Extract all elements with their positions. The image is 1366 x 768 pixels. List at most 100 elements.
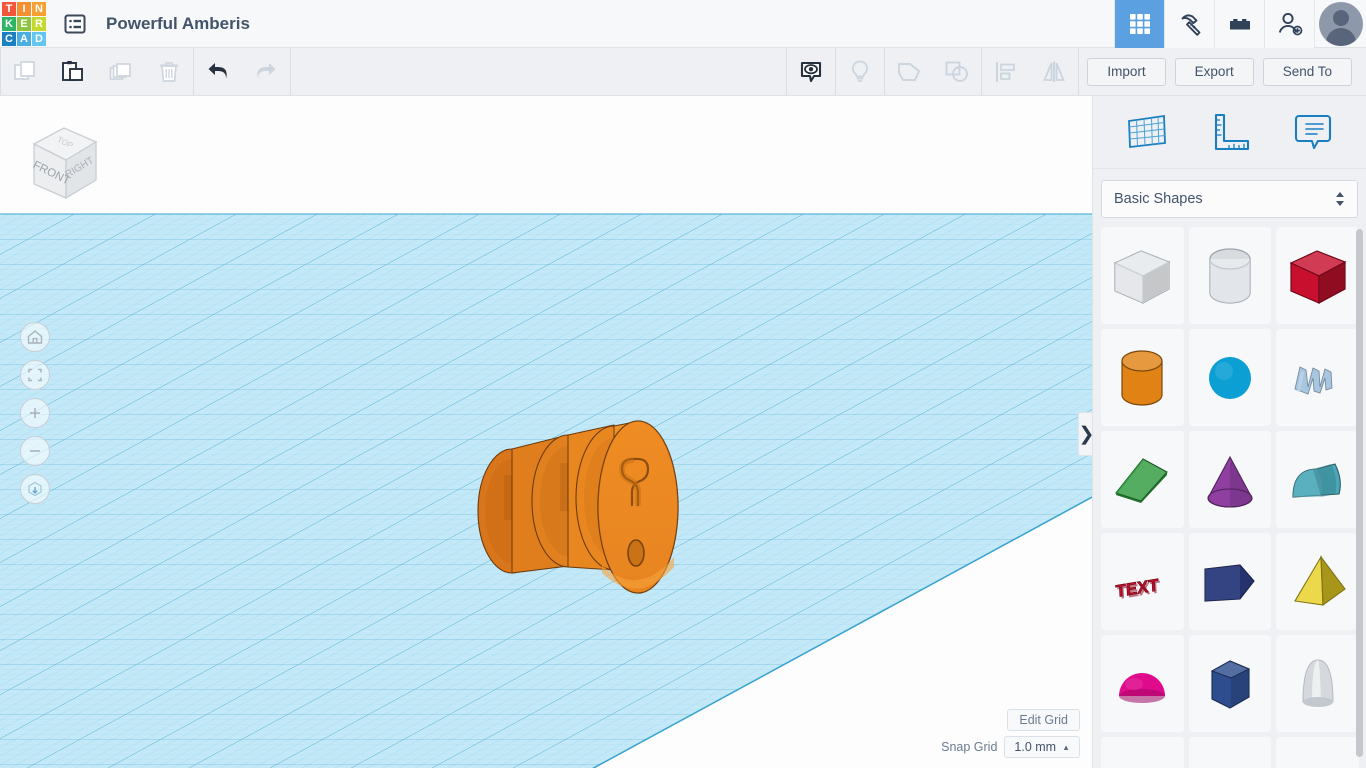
minus-icon [30,450,40,452]
ruler-tool[interactable] [1200,107,1260,157]
logo-tile-k: K [2,17,16,31]
brick-icon [1229,18,1250,29]
eye-visibility-icon [801,61,822,82]
align-button[interactable] [982,48,1030,95]
shape-cylinder-orange[interactable] [1101,329,1184,426]
home-icon [27,330,43,344]
shape-roof-green[interactable] [1101,431,1184,528]
design-canvas[interactable]: FRONT RIGHT TOP Edit Grid Snap Grid 1.0 … [0,96,1092,768]
person-add-icon [1278,12,1302,35]
logo-tile-t: T [2,2,16,16]
shape-hexprism-blue[interactable] [1188,635,1272,732]
view-cube[interactable]: FRONT RIGHT TOP [14,114,110,215]
group-shapes-icon [898,62,921,81]
shape-shape-partial-3[interactable] [1276,737,1359,768]
shape-cylinder-hole[interactable] [1188,227,1272,324]
shape-library-value: Basic Shapes [1114,191,1203,207]
tinkercad-app: TINKERCAD Powerful Amberis Import Export… [0,0,1366,768]
duplicate-icon [109,62,131,80]
undo-arrow-icon [208,62,227,79]
export-button[interactable]: Export [1174,57,1254,86]
shape-pyramid-yellow[interactable] [1276,533,1359,630]
stepper-arrows-icon [1335,191,1345,207]
workplane-grid-icon [1127,114,1166,149]
edit-grid-button[interactable]: Edit Grid [1007,709,1080,731]
shape-text-red[interactable]: TEXT TEXT [1101,533,1184,630]
shape-shape-partial-1[interactable] [1101,737,1184,768]
copy-button[interactable] [1,48,49,95]
show-hide-button[interactable] [787,48,835,95]
invite-user-button[interactable] [1264,0,1314,48]
zoom-in-button[interactable] [20,398,50,428]
toolbar-actions: Import Export Send To [1087,48,1366,95]
snap-grid-value: 1.0 mm [1014,740,1057,754]
page-title: Powerful Amberis [106,13,250,33]
canvas-scene [0,213,1092,768]
logo-tile-e: E [17,17,31,31]
blocks-button[interactable] [1214,0,1264,48]
shape-sphere-blue[interactable] [1188,329,1272,426]
fit-to-view-button[interactable] [20,360,50,390]
shape-scribble-lightblue[interactable] [1276,329,1359,426]
shapes-grid: TEXT TEXT [1093,227,1366,768]
shape-halfsphere-magenta[interactable] [1101,635,1184,732]
shape-box-red[interactable] [1276,227,1359,324]
ungroup-shapes-icon [945,61,969,82]
group-button[interactable] [885,48,933,95]
tinkercad-logo[interactable]: TIN KER CAD [2,2,46,46]
redo-button[interactable] [242,48,290,95]
plus-icon [30,408,40,418]
light-button[interactable] [836,48,884,95]
header-actions [1114,0,1366,48]
duplicate-button[interactable] [97,48,145,95]
notes-tool[interactable] [1283,107,1343,157]
shape-halfcylinder-teal[interactable] [1276,431,1359,528]
logo-tile-d: D [32,32,46,46]
learn-hammer-button[interactable] [1164,0,1214,48]
shapes-panel: Basic Shapes TEXT TEXT [1092,96,1366,768]
shape-shape-partial-2[interactable] [1188,737,1272,768]
perspective-toggle-button[interactable] [20,474,50,504]
shapes-scrollbar[interactable] [1356,229,1363,757]
shape-polygon-navy[interactable] [1188,533,1272,630]
logo-tile-c: C [2,32,16,46]
workplane-tool[interactable] [1117,107,1177,157]
ungroup-button[interactable] [933,48,981,95]
shape-paraboloid-white[interactable] [1276,635,1359,732]
gallery-grid-button[interactable] [1114,0,1164,48]
shape-cone-purple[interactable] [1188,431,1272,528]
shape-box-hole[interactable] [1101,227,1184,324]
avatar[interactable] [1314,0,1366,48]
snap-grid-select[interactable]: 1.0 mm ▲ [1004,736,1080,758]
paste-button[interactable] [49,48,97,95]
logo-tile-a: A [17,32,31,46]
mirror-button[interactable] [1030,48,1078,95]
delete-button[interactable] [145,48,193,95]
note-callout-icon [1294,114,1331,150]
toolbar-divider-8 [1078,48,1080,95]
undo-button[interactable] [194,48,242,95]
caret-up-icon: ▲ [1062,742,1070,752]
shape-library-select[interactable]: Basic Shapes [1101,180,1358,218]
snap-grid-row: Snap Grid 1.0 mm ▲ [941,736,1080,758]
lightbulb-icon [852,60,869,82]
home-view-button[interactable] [20,322,50,352]
fit-brackets-icon [28,368,42,382]
align-icon [996,61,1016,82]
library-select-wrap: Basic Shapes [1093,169,1366,228]
logo-tile-r: R [32,17,46,31]
grid-icon [1129,13,1150,34]
grid-controls: Edit Grid Snap Grid 1.0 mm ▲ [941,709,1080,758]
list-menu-icon[interactable] [60,9,90,39]
ruler-icon [1214,113,1249,151]
cube-perspective-icon [28,481,42,497]
zoom-out-button[interactable] [20,436,50,466]
trash-icon [160,61,178,82]
redo-arrow-icon [257,62,276,79]
send-to-button[interactable]: Send To [1262,57,1352,86]
import-button[interactable]: Import [1087,57,1166,86]
paste-icon [62,60,83,81]
logo-tile-i: I [17,2,31,16]
app-header: TIN KER CAD Powerful Amberis [0,0,1366,48]
